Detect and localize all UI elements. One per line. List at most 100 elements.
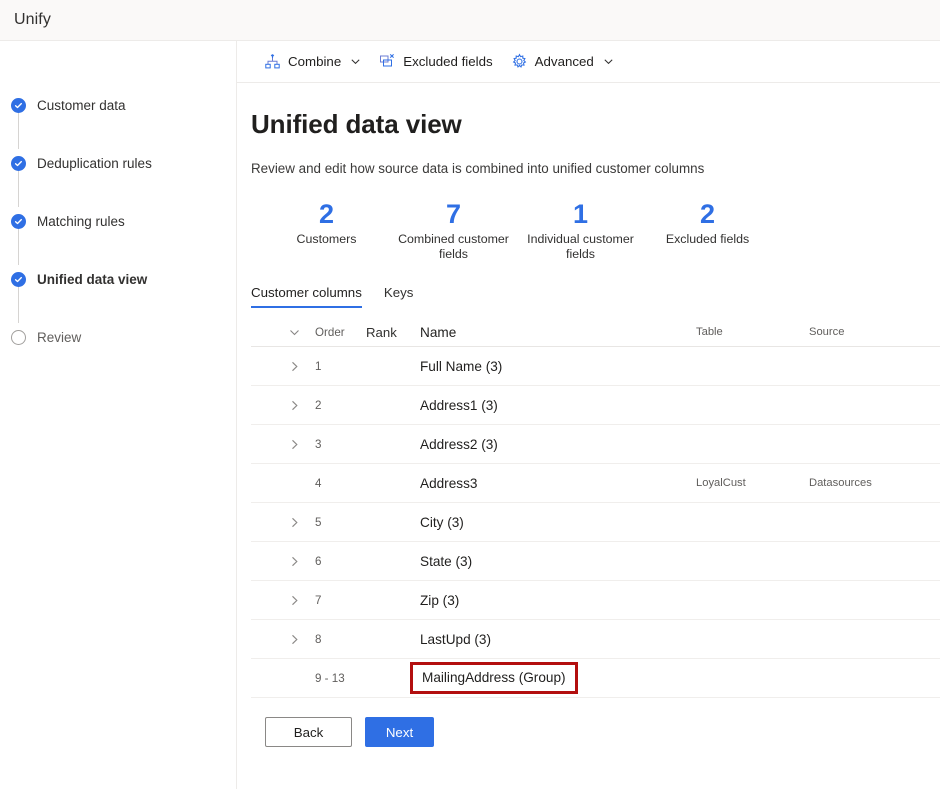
combine-icon	[264, 53, 281, 70]
wizard-sidebar: Customer data Deduplication rules Matching…	[0, 41, 237, 789]
stat-caption: Excluded fields	[644, 232, 771, 247]
highlight-box[interactable]: MailingAddress (Group)	[410, 662, 578, 694]
row-expand-cell[interactable]	[251, 516, 309, 529]
row-expand-cell[interactable]	[251, 555, 309, 568]
tab-list: Customer columns Keys	[251, 285, 940, 308]
page-subtitle: Review and edit how source data is combi…	[251, 161, 940, 176]
column-header-table[interactable]: Table	[696, 326, 809, 338]
app-header: Unify	[0, 0, 940, 41]
cell-order: 9 - 13	[309, 672, 366, 685]
cell-name: Zip (3)	[408, 593, 696, 608]
main-content: Combine Excluded fields Advanced Unified d…	[237, 41, 940, 789]
command-excluded-fields[interactable]: Excluded fields	[371, 46, 500, 78]
table-row[interactable]: 1 Full Name (3)	[251, 347, 940, 386]
stat-individual-customer-fields: 1Individual customer fields	[517, 199, 644, 262]
wizard-step-list: Customer data Deduplication rules Matching…	[0, 94, 236, 348]
chevron-right-icon[interactable]	[288, 633, 301, 646]
stat-caption: Combined customer fields	[390, 232, 517, 262]
row-expand-cell[interactable]	[251, 438, 309, 451]
cell-name: LastUpd (3)	[408, 632, 696, 647]
cell-order: 7	[309, 594, 366, 607]
excluded-fields-icon	[379, 53, 396, 70]
stat-value: 1	[517, 199, 644, 229]
table-row[interactable]: 8 LastUpd (3)	[251, 620, 940, 659]
cell-order: 5	[309, 516, 366, 529]
cell-name: MailingAddress (Group)	[408, 662, 696, 694]
table-row[interactable]: 9 - 13 MailingAddress (Group)	[251, 659, 940, 698]
stat-customers: 2Customers	[263, 199, 390, 262]
row-expand-cell[interactable]	[251, 594, 309, 607]
table-row[interactable]: 5 City (3)	[251, 503, 940, 542]
tab-customer-columns[interactable]: Customer columns	[251, 285, 362, 308]
cell-order: 4	[309, 477, 366, 490]
stat-caption: Individual customer fields	[517, 232, 644, 262]
stat-value: 2	[644, 199, 771, 229]
table-row[interactable]: 7 Zip (3)	[251, 581, 940, 620]
page-title: Unified data view	[251, 109, 940, 140]
cell-order: 6	[309, 555, 366, 568]
cell-order: 2	[309, 399, 366, 412]
chevron-right-icon[interactable]	[288, 516, 301, 529]
chevron-right-icon[interactable]	[288, 360, 301, 373]
stat-value: 7	[390, 199, 517, 229]
cell-order: 3	[309, 438, 366, 451]
command-advanced[interactable]: Advanced	[503, 46, 622, 78]
page-body: Customer data Deduplication rules Matching…	[0, 41, 940, 789]
wizard-step-customer-data[interactable]: Customer data	[11, 94, 236, 116]
table-row[interactable]: 6 State (3)	[251, 542, 940, 581]
command-combine[interactable]: Combine	[256, 46, 369, 78]
column-header-order[interactable]: Order	[309, 326, 366, 339]
step-check-icon	[11, 156, 26, 171]
wizard-step-label: Matching rules	[37, 214, 125, 229]
table-row[interactable]: 4Address3LoyalCustDatasources	[251, 464, 940, 503]
step-check-icon	[11, 272, 26, 287]
wizard-step-label: Unified data view	[37, 272, 147, 287]
cell-order: 8	[309, 633, 366, 646]
column-header-source[interactable]: Source	[809, 326, 940, 338]
chevron-right-icon[interactable]	[288, 594, 301, 607]
table-row[interactable]: 3 Address2 (3)	[251, 425, 940, 464]
step-circle-icon	[11, 330, 26, 345]
row-expand-cell[interactable]	[251, 399, 309, 412]
cell-name: State (3)	[408, 554, 696, 569]
back-button[interactable]: Back	[265, 717, 352, 747]
wizard-footer: Back Next	[251, 698, 940, 747]
next-button[interactable]: Next	[365, 717, 434, 747]
command-label: Combine	[288, 54, 341, 69]
cell-name: Address2 (3)	[408, 437, 696, 452]
cell-name: Address1 (3)	[408, 398, 696, 413]
stat-value: 2	[263, 199, 390, 229]
cell-order: 1	[309, 360, 366, 373]
cell-name: Full Name (3)	[408, 359, 696, 374]
tab-keys[interactable]: Keys	[384, 285, 414, 308]
wizard-step-matching-rules[interactable]: Matching rules	[11, 210, 236, 232]
table-body: 1 Full Name (3) 2 Address1 (3) 3 Address2 (3)…	[251, 347, 940, 698]
gear-icon	[511, 53, 528, 70]
wizard-step-deduplication-rules[interactable]: Deduplication rules	[11, 152, 236, 174]
row-expand-cell[interactable]	[251, 633, 309, 646]
column-header-name[interactable]: Name	[408, 325, 696, 340]
stat-excluded-fields: 2 Excluded fields	[644, 199, 771, 262]
chevron-right-icon[interactable]	[288, 438, 301, 451]
chevron-down-icon[interactable]	[350, 56, 361, 67]
wizard-step-review[interactable]: Review	[11, 326, 236, 348]
customer-columns-table: Order Rank Name Table Source 1 Full Name …	[251, 318, 940, 698]
chevron-right-icon[interactable]	[288, 555, 301, 568]
wizard-step-label: Review	[37, 330, 81, 345]
table-row[interactable]: 2 Address1 (3)	[251, 386, 940, 425]
column-header-rank[interactable]: Rank	[366, 325, 408, 340]
command-label: Excluded fields	[403, 54, 492, 69]
expand-all-toggle[interactable]	[251, 326, 309, 339]
table-header-row: Order Rank Name Table Source	[251, 318, 940, 347]
row-expand-cell[interactable]	[251, 360, 309, 373]
command-label: Advanced	[535, 54, 594, 69]
cell-name: City (3)	[408, 515, 696, 530]
cell-source: Datasources	[809, 477, 940, 489]
cell-table: LoyalCust	[696, 477, 809, 489]
chevron-right-icon[interactable]	[288, 399, 301, 412]
app-title: Unify	[14, 11, 51, 29]
wizard-step-unified-data-view[interactable]: Unified data view	[11, 268, 236, 290]
step-check-icon	[11, 214, 26, 229]
chevron-down-icon[interactable]	[603, 56, 614, 67]
command-bar: Combine Excluded fields Advanced	[237, 41, 940, 83]
